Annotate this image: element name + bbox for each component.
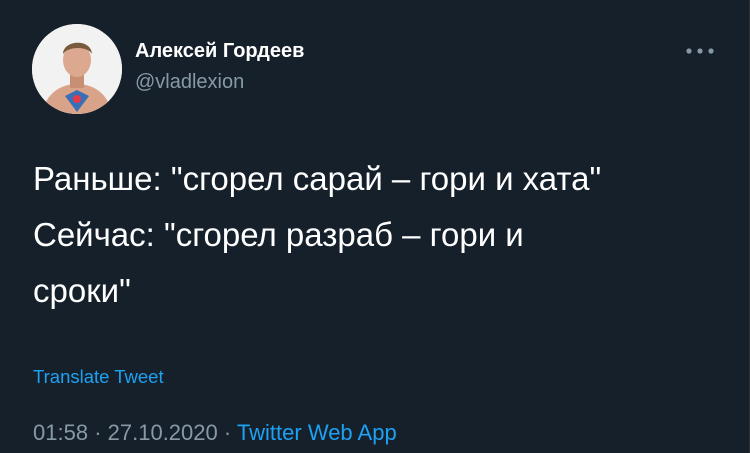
tweet-text: Раньше: "сгорел сарай – гори и хата" Сей… bbox=[33, 160, 602, 309]
meta-separator: · bbox=[94, 420, 102, 445]
meta-separator: · bbox=[223, 420, 232, 445]
tweet-meta: 01:58 · 27.10.2020 · Twitter Web App bbox=[33, 420, 397, 446]
author-handle[interactable]: @vladlexion bbox=[135, 71, 244, 94]
translate-tweet-link[interactable]: Translate Tweet bbox=[33, 366, 164, 388]
tweet-source-link[interactable]: Twitter Web App bbox=[237, 420, 397, 445]
tweet-date[interactable]: 27.10.2020 bbox=[108, 420, 218, 445]
tweet-time[interactable]: 01:58 bbox=[33, 420, 88, 445]
avatar[interactable] bbox=[32, 24, 122, 114]
author-display-name[interactable]: Алексей Гордеев bbox=[135, 40, 304, 63]
avatar-photo bbox=[32, 24, 122, 114]
more-options-button[interactable] bbox=[684, 38, 716, 64]
more-horizontal-icon bbox=[686, 48, 714, 54]
tweet-card: Алексей Гордеев @vladlexion Раньше: "сго… bbox=[0, 0, 750, 453]
